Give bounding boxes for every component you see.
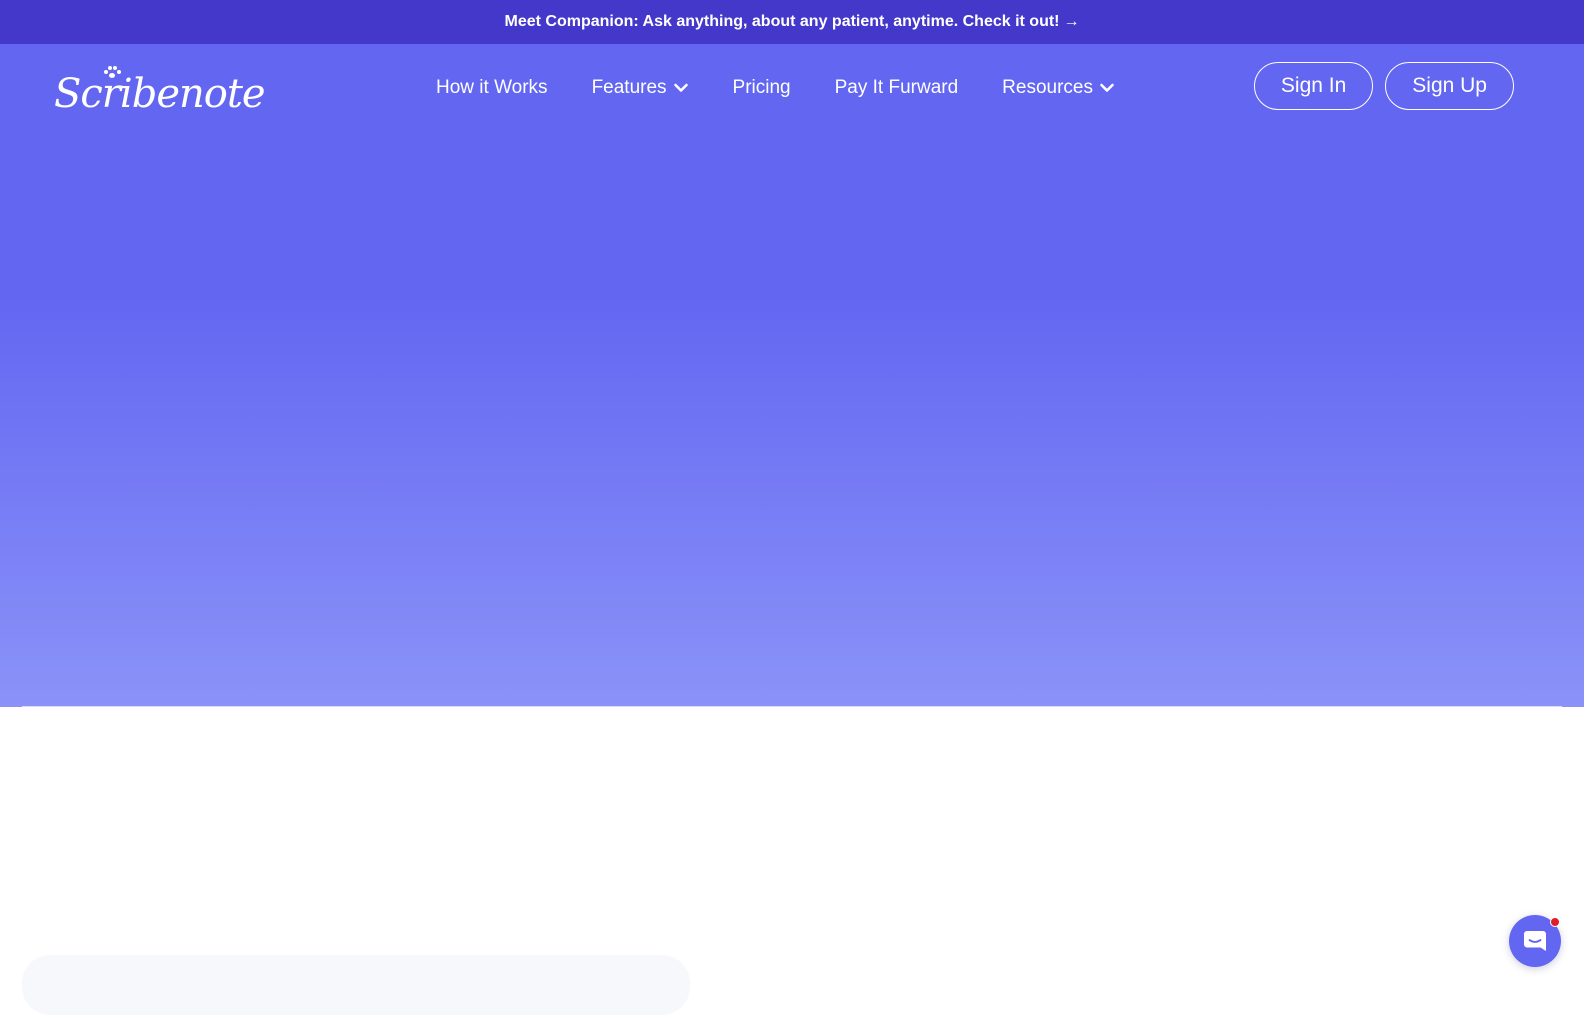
- nav-how-it-works[interactable]: How it Works: [436, 77, 548, 99]
- site-header: Scribenote How it Works Features Pricing…: [0, 44, 1584, 132]
- nav-resources[interactable]: Resources: [1002, 77, 1115, 99]
- main-nav: How it Works Features Pricing Pay It Fur…: [436, 44, 1115, 132]
- chevron-down-icon: [673, 80, 689, 96]
- nav-label: How it Works: [436, 77, 548, 98]
- nav-pay-it-furward[interactable]: Pay It Furward: [835, 77, 959, 99]
- chevron-down-icon: [1099, 80, 1115, 96]
- paw-icon: [104, 66, 121, 78]
- auth-buttons: Sign In Sign Up: [1253, 62, 1514, 110]
- nav-features[interactable]: Features: [592, 77, 689, 99]
- nav-label: Pricing: [732, 77, 791, 98]
- logo[interactable]: Scribenote: [54, 64, 266, 114]
- logo-text: Scribenote: [54, 71, 266, 117]
- hero-section: [0, 44, 1584, 707]
- chat-launcher-button[interactable]: [1509, 915, 1561, 967]
- nav-label: Features: [591, 77, 667, 98]
- nav-label: Resources: [1002, 77, 1093, 98]
- announcement-text: Meet Companion: Ask anything, about any …: [504, 13, 1060, 30]
- sign-in-button[interactable]: Sign In: [1253, 62, 1374, 110]
- sign-up-button[interactable]: Sign Up: [1385, 62, 1514, 110]
- arrow-right-icon: →: [1063, 13, 1080, 30]
- chat-bubble-icon: [1521, 927, 1549, 955]
- notification-dot: [1550, 917, 1560, 927]
- content-card: [22, 955, 690, 1015]
- nav-label: Pay It Furward: [834, 77, 959, 98]
- hero-divider: [22, 706, 1562, 707]
- nav-pricing[interactable]: Pricing: [733, 77, 791, 99]
- announcement-bar[interactable]: Meet Companion: Ask anything, about any …: [0, 0, 1584, 44]
